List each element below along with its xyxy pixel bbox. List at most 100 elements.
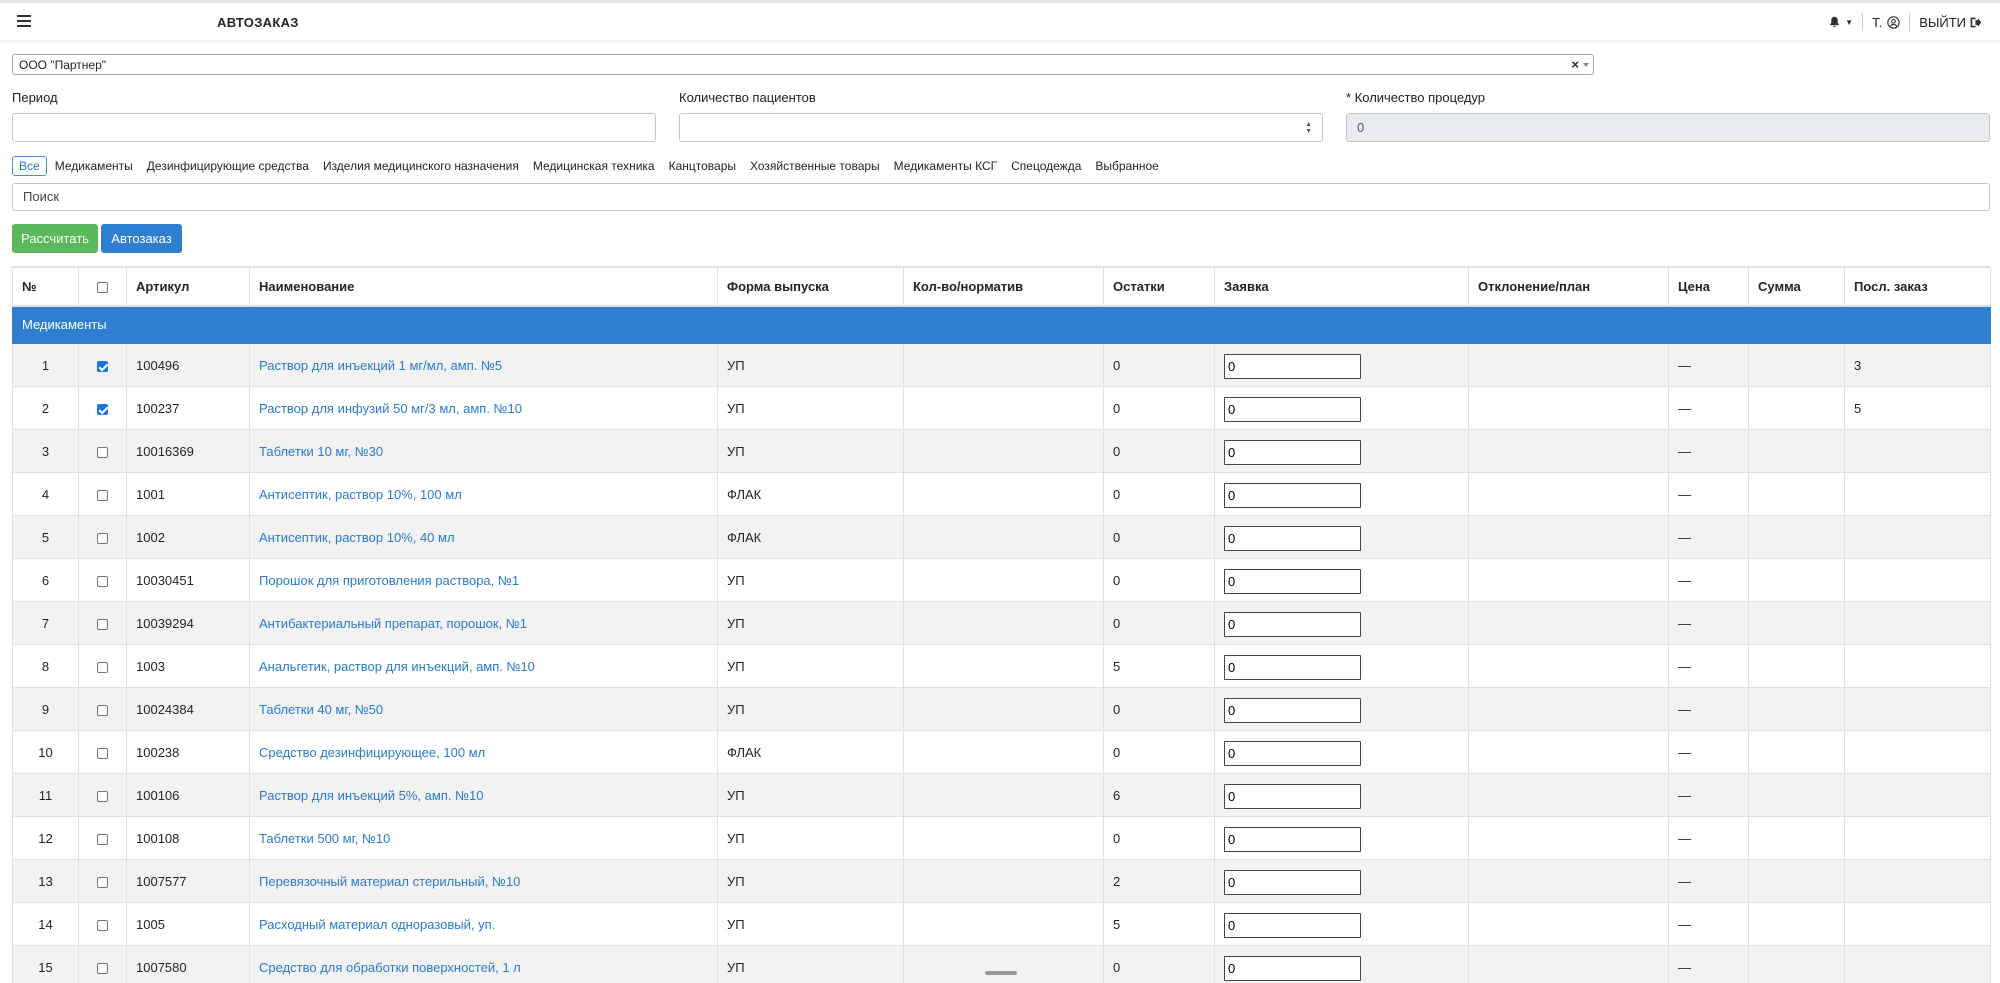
table-row[interactable]: 12 100108 Таблетки 500 мг, №10 УП 0 — [12, 816, 1991, 860]
row-checkbox[interactable] [97, 360, 108, 372]
row-checkbox[interactable] [97, 403, 108, 415]
row-checkbox[interactable] [97, 876, 108, 888]
table-row[interactable]: 6 10030451 Порошок для приготовления раств… [12, 558, 1991, 602]
col-deviation[interactable]: Отклонение/план [1468, 267, 1669, 307]
table-row[interactable]: 14 1005 Расходный материал одноразовый, уп… [12, 902, 1991, 946]
number-spinner-icon[interactable]: ▲ ▼ [1305, 121, 1312, 135]
col-article[interactable]: Артикул [126, 267, 250, 307]
patients-input[interactable]: ▲ ▼ [679, 113, 1323, 142]
row-select-cell[interactable] [78, 687, 127, 731]
table-row[interactable]: 9 10024384 Таблетки 40 мг, №50 УП 0 — [12, 687, 1991, 731]
product-link[interactable]: Таблетки 10 мг, №30 [259, 444, 383, 459]
product-link[interactable]: Раствор для инъекций 1 мг/мл, амп. №5 [259, 358, 502, 373]
logout-button[interactable]: ВЫЙТИ [1910, 15, 1982, 30]
row-checkbox[interactable] [97, 532, 108, 544]
order-quantity-input[interactable] [1224, 568, 1361, 594]
order-quantity-input[interactable] [1224, 783, 1361, 809]
col-name[interactable]: Наименование [249, 267, 718, 307]
order-quantity-input[interactable] [1224, 697, 1361, 723]
order-quantity-input[interactable] [1224, 525, 1361, 551]
table-row[interactable]: 8 1003 Анальгетик, раствор для инъекций, а… [12, 644, 1991, 688]
row-checkbox[interactable] [97, 833, 108, 845]
table-row[interactable]: 13 1007577 Перевязочный материал стерильны… [12, 859, 1991, 903]
col-norm[interactable]: Кол-во/норматив [903, 267, 1104, 307]
row-select-cell[interactable] [78, 515, 127, 559]
tab-household-goods[interactable]: Хозяйственные товары [744, 157, 886, 175]
table-row[interactable]: 11 100106 Раствор для инъекций 5%, амп. №1… [12, 773, 1991, 817]
tab-medical-equipment[interactable]: Медицинская техника [527, 157, 661, 175]
order-quantity-input[interactable] [1224, 396, 1361, 422]
order-quantity-input[interactable] [1224, 912, 1361, 938]
table-row[interactable]: 1 100496 Раствор для инъекций 1 мг/мл, амп… [12, 343, 1991, 387]
group-row[interactable]: Медикаменты [12, 305, 1991, 344]
row-checkbox[interactable] [97, 790, 108, 802]
tab-workwear[interactable]: Спецодежда [1005, 157, 1087, 175]
col-form[interactable]: Форма выпуска [717, 267, 904, 307]
order-quantity-input[interactable] [1224, 740, 1361, 766]
select-all-checkbox[interactable] [97, 281, 108, 293]
row-select-cell[interactable] [78, 386, 127, 430]
col-stock[interactable]: Остатки [1103, 267, 1215, 307]
order-quantity-input[interactable] [1224, 869, 1361, 895]
table-row[interactable]: 15 1007580 Средство для обработки поверхно… [12, 945, 1991, 983]
row-checkbox[interactable] [97, 962, 108, 974]
table-row[interactable]: 4 1001 Антисептик, раствор 10%, 100 мл ФЛАК… [12, 472, 1991, 516]
col-order[interactable]: Заявка [1214, 267, 1469, 307]
product-link[interactable]: Средство для обработки поверхностей, 1 л [259, 960, 521, 975]
table-row[interactable]: 5 1002 Антисептик, раствор 10%, 40 мл ФЛАК 0… [12, 515, 1991, 559]
product-link[interactable]: Раствор для инфузий 50 мг/3 мл, амп. №10 [259, 401, 522, 416]
table-row[interactable]: 3 10016369 Таблетки 10 мг, №30 УП 0 — [12, 429, 1991, 473]
row-select-cell[interactable] [78, 601, 127, 645]
tab-medicines[interactable]: Медикаменты [49, 157, 139, 175]
product-link[interactable]: Антисептик, раствор 10%, 100 мл [259, 487, 462, 502]
order-quantity-input[interactable] [1224, 826, 1361, 852]
clear-icon[interactable]: × [1571, 57, 1579, 72]
order-quantity-input[interactable] [1224, 611, 1361, 637]
row-checkbox[interactable] [97, 919, 108, 931]
product-link[interactable]: Таблетки 500 мг, №10 [259, 831, 390, 846]
notifications-button[interactable]: ▼ [1828, 13, 1864, 31]
col-sum[interactable]: Сумма [1748, 267, 1845, 307]
product-link[interactable]: Анальгетик, раствор для инъекций, амп. №… [259, 659, 535, 674]
autoorder-button[interactable]: Автозаказ [101, 224, 182, 253]
product-link[interactable]: Расходный материал одноразовый, уп. [259, 917, 495, 932]
product-link[interactable]: Антисептик, раствор 10%, 40 мл [259, 530, 455, 545]
row-select-cell[interactable] [78, 773, 127, 817]
tab-selected[interactable]: Выбранное [1089, 157, 1164, 175]
product-link[interactable]: Таблетки 40 мг, №50 [259, 702, 383, 717]
row-select-cell[interactable] [78, 945, 127, 983]
order-quantity-input[interactable] [1224, 482, 1361, 508]
product-link[interactable]: Раствор для инъекций 5%, амп. №10 [259, 788, 484, 803]
row-select-cell[interactable] [78, 816, 127, 860]
col-last-order[interactable]: Посл. заказ [1844, 267, 1991, 307]
tab-medical-products[interactable]: Изделия медицинского назначения [317, 157, 525, 175]
product-link[interactable]: Антибактериальный препарат, порошок, №1 [259, 616, 527, 631]
col-price[interactable]: Цена [1668, 267, 1749, 307]
order-quantity-input[interactable] [1224, 654, 1361, 680]
organization-select[interactable]: ООО "Партнер" × [12, 54, 1594, 75]
order-quantity-input[interactable] [1224, 353, 1361, 379]
order-quantity-input[interactable] [1224, 955, 1361, 981]
row-select-cell[interactable] [78, 644, 127, 688]
tab-disinfectants[interactable]: Дезинфицирующие средства [141, 157, 315, 175]
row-checkbox[interactable] [97, 575, 108, 587]
order-quantity-input[interactable] [1224, 439, 1361, 465]
row-checkbox[interactable] [97, 747, 108, 759]
scroll-handle[interactable] [985, 971, 1017, 975]
product-link[interactable]: Порошок для приготовления раствора, №1 [259, 573, 519, 588]
menu-icon[interactable] [17, 15, 31, 27]
row-checkbox[interactable] [97, 704, 108, 716]
user-menu[interactable]: Т. [1863, 13, 1911, 31]
row-select-cell[interactable] [78, 429, 127, 473]
product-link[interactable]: Средство дезинфицирующее, 100 мл [259, 745, 485, 760]
tab-all[interactable]: Все [12, 156, 47, 176]
col-number[interactable]: № [12, 267, 79, 307]
period-input[interactable] [12, 113, 656, 142]
tab-medicines-ksg[interactable]: Медикаменты КСГ [888, 157, 1003, 175]
table-row[interactable]: 10 100238 Средство дезинфицирующее, 100 мл… [12, 730, 1991, 774]
row-select-cell[interactable] [78, 343, 127, 387]
tab-stationery[interactable]: Канцтовары [663, 157, 742, 175]
row-checkbox[interactable] [97, 446, 108, 458]
row-select-cell[interactable] [78, 902, 127, 946]
row-select-cell[interactable] [78, 730, 127, 774]
